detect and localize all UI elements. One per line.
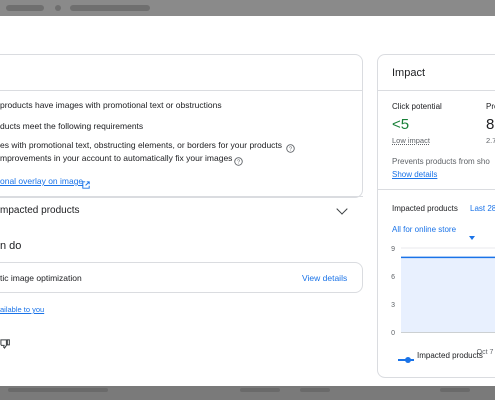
impact-title: Impact: [392, 67, 426, 79]
y-tick-label: 3: [391, 302, 395, 309]
products-value: 8: [486, 116, 495, 133]
y-tick-label: 0: [391, 330, 395, 337]
fix-option-label: tic image optimization: [0, 273, 82, 283]
available-link[interactable]: ailable to you: [0, 305, 44, 314]
date-range-button[interactable]: Last 28: [470, 204, 495, 213]
show-details-link[interactable]: Show details: [392, 170, 437, 179]
products-sub: 2.7: [486, 136, 495, 145]
click-potential-label: Click potential: [392, 102, 442, 111]
view-details-button[interactable]: View details: [302, 273, 347, 283]
dimmed-top-bar: [0, 0, 495, 16]
open-in-new-icon: [82, 176, 90, 194]
impacted-products-chart: 0369Oct 7: [391, 246, 495, 356]
issue-line-4: mprovements in your account to automatic…: [0, 153, 233, 163]
section-heading: n do: [0, 240, 22, 252]
prevents-text: Prevents products from sho: [392, 157, 490, 166]
issue-details-dialog: products have images with promotional te…: [0, 16, 495, 386]
help-icon[interactable]: ?: [234, 153, 243, 171]
store-filter-dropdown[interactable]: All for online store: [392, 225, 456, 234]
products-label: Pro: [486, 102, 495, 111]
issue-line-2: ducts meet the following requirements: [0, 121, 144, 131]
learn-more-link[interactable]: onal overlay on image: [0, 176, 83, 186]
impacted-products-label: Impacted products: [392, 204, 458, 213]
legend-series-label: Impacted products: [417, 351, 483, 360]
thumb-down-icon[interactable]: [0, 336, 11, 354]
click-impact-label[interactable]: Low impact: [392, 136, 430, 145]
chevron-down-icon[interactable]: [336, 203, 348, 215]
issue-line-1: products have images with promotional te…: [0, 100, 222, 110]
issue-line-3: es with promotional text, obstructing el…: [0, 140, 283, 150]
dropdown-arrow-icon[interactable]: [469, 227, 475, 245]
y-tick-label: 6: [391, 274, 395, 281]
impacted-products-accordion-label[interactable]: mpacted products: [0, 205, 80, 216]
click-potential-value: <5: [392, 116, 410, 133]
legend-line-marker: [398, 351, 414, 369]
series-area: [401, 257, 495, 332]
help-icon[interactable]: ?: [286, 140, 295, 158]
y-tick-label: 9: [391, 246, 395, 253]
